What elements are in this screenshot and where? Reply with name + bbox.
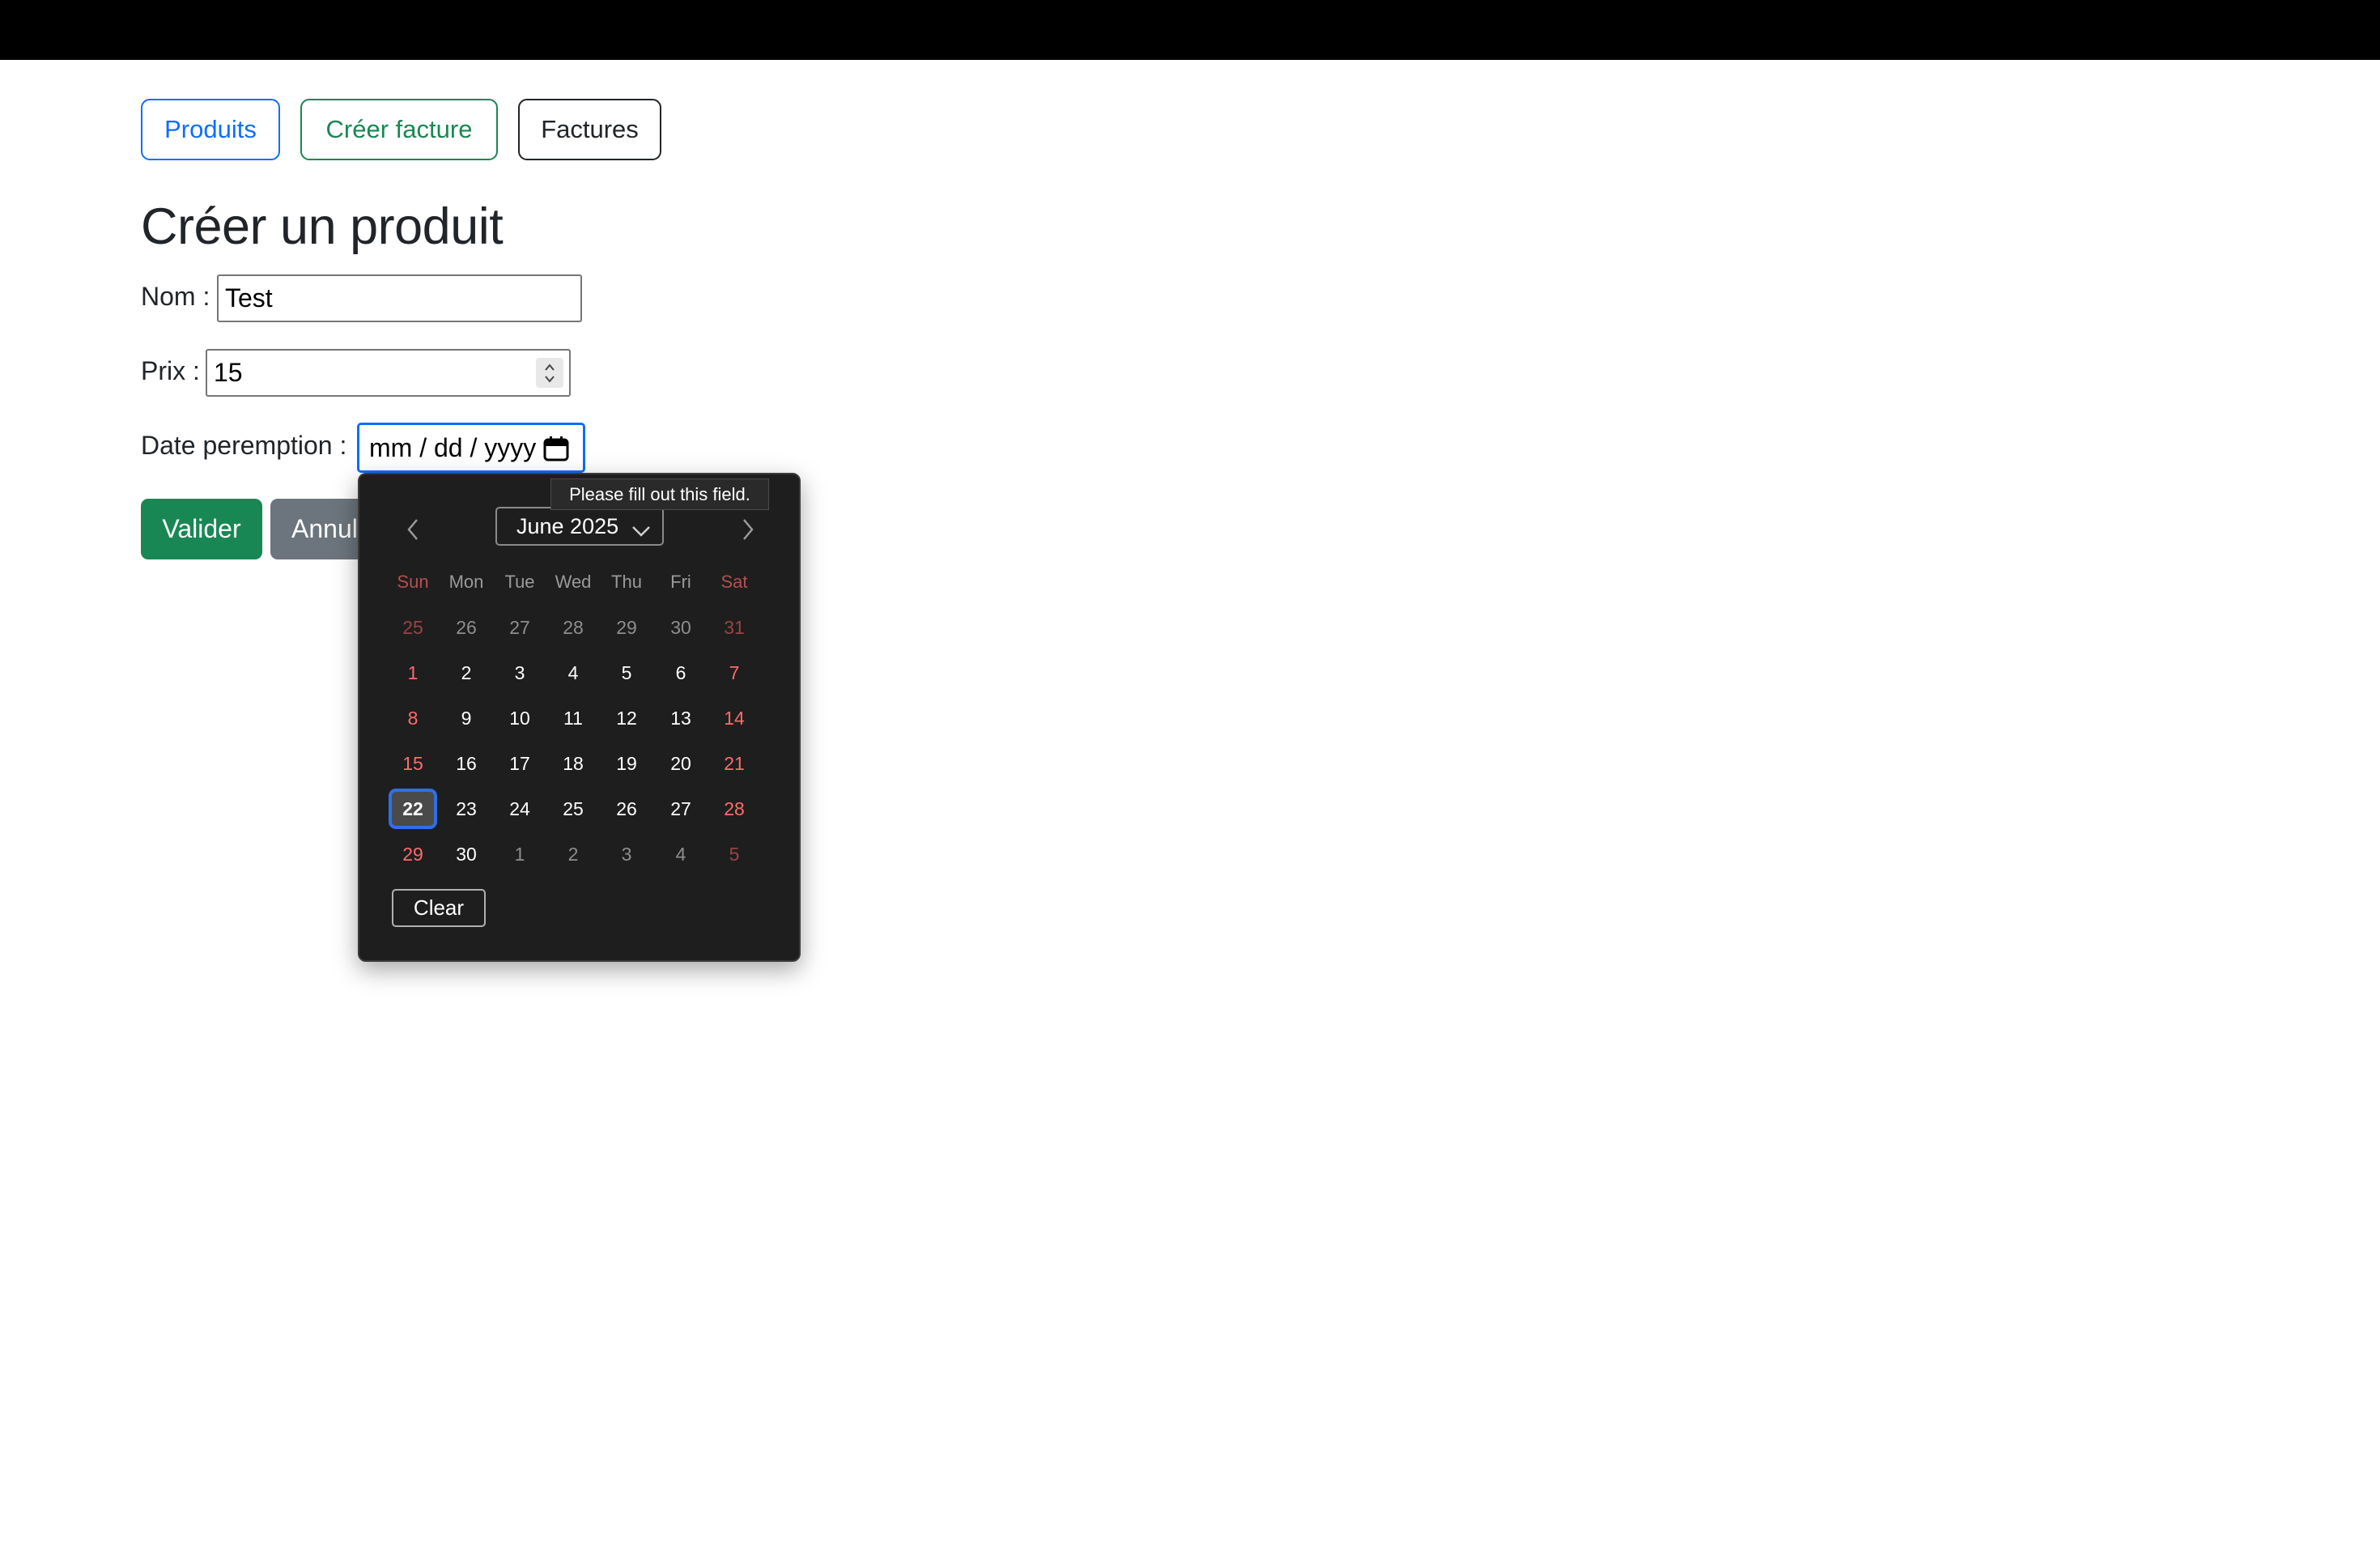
prix-input[interactable] (206, 349, 571, 397)
clear-button[interactable]: Clear (392, 889, 486, 927)
weekday-header: Sun (397, 572, 429, 592)
calendar-day[interactable]: 11 (549, 698, 597, 738)
calendar-day[interactable]: 4 (657, 834, 705, 874)
nom-input[interactable] (217, 274, 582, 322)
chevron-down-icon (631, 519, 651, 544)
calendar-icon[interactable] (542, 435, 570, 469)
date-picker-popup: June 2025 Sun Mon Tue Wed Thu Fri Sat 25 26 27 28… (358, 473, 801, 962)
calendar-day[interactable]: 24 (495, 789, 544, 829)
calendar-day[interactable]: 5 (602, 653, 651, 693)
calendar-day[interactable]: 6 (657, 653, 705, 693)
calendar-day[interactable]: 30 (442, 834, 491, 874)
calendar-day[interactable]: 19 (602, 743, 651, 784)
nav-creer-facture-button[interactable]: Créer facture (300, 99, 498, 160)
calendar-day[interactable]: 7 (710, 653, 759, 693)
calendar-day[interactable]: 26 (442, 607, 491, 648)
calendar-day[interactable]: 21 (710, 743, 759, 784)
calendar-day[interactable]: 2 (442, 653, 491, 693)
month-year-select[interactable]: June 2025 (495, 507, 664, 546)
calendar-day[interactable]: 29 (602, 607, 651, 648)
calendar-day[interactable]: 28 (549, 607, 597, 648)
page-title: Créer un produit (141, 198, 504, 255)
calendar-day[interactable]: 4 (549, 653, 597, 693)
calendar-day[interactable]: 25 (389, 607, 437, 648)
top-black-bar (0, 0, 2380, 60)
calendar-day[interactable]: 9 (442, 698, 491, 738)
weekday-header: Wed (555, 572, 592, 592)
calendar-day[interactable]: 20 (657, 743, 705, 784)
calendar-day[interactable]: 3 (602, 834, 651, 874)
calendar-day[interactable]: 1 (389, 653, 437, 693)
weekday-header: Tue (504, 572, 535, 592)
valider-button[interactable]: Valider (141, 499, 262, 559)
weekday-header: Thu (611, 572, 642, 592)
calendar-day[interactable]: 5 (710, 834, 759, 874)
date-peremption-label: Date peremption : (141, 431, 347, 460)
date-placeholder: mm / dd / yyyy (369, 432, 537, 462)
date-peremption-input[interactable]: mm / dd / yyyy (357, 423, 585, 473)
calendar-day[interactable]: 27 (657, 789, 705, 829)
calendar-day-selected[interactable]: 22 (389, 789, 437, 829)
calendar-day[interactable]: 23 (442, 789, 491, 829)
calendar-day[interactable]: 27 (495, 607, 544, 648)
chevron-right-icon[interactable] (732, 513, 764, 546)
calendar-day[interactable]: 2 (549, 834, 597, 874)
weekday-header: Fri (670, 572, 691, 592)
calendar-day[interactable]: 15 (389, 743, 437, 784)
chevron-left-icon[interactable] (397, 513, 429, 546)
calendar-day[interactable]: 29 (389, 834, 437, 874)
calendar-day[interactable]: 8 (389, 698, 437, 738)
weekday-header: Sat (720, 572, 748, 592)
calendar-day[interactable]: 26 (602, 789, 651, 829)
nav-factures-button[interactable]: Factures (518, 99, 661, 160)
calendar-day[interactable]: 28 (710, 789, 759, 829)
nav-produits-button[interactable]: Produits (141, 99, 280, 160)
prix-label: Prix : (141, 356, 200, 385)
calendar-day[interactable]: 18 (549, 743, 597, 784)
calendar-day[interactable]: 16 (442, 743, 491, 784)
calendar-day[interactable]: 13 (657, 698, 705, 738)
calendar-day[interactable]: 31 (710, 607, 759, 648)
calendar-day[interactable]: 14 (710, 698, 759, 738)
spinner-arrows-icon[interactable] (536, 358, 563, 388)
month-year-label: June 2025 (516, 513, 619, 538)
calendar-day[interactable]: 10 (495, 698, 544, 738)
calendar-day[interactable]: 3 (495, 653, 544, 693)
calendar-day[interactable]: 17 (495, 743, 544, 784)
calendar-day[interactable]: 30 (657, 607, 705, 648)
nom-label: Nom : (141, 282, 210, 311)
calendar-day[interactable]: 12 (602, 698, 651, 738)
validation-tooltip: Please fill out this field. (550, 478, 769, 510)
weekday-header: Mon (448, 572, 484, 592)
calendar-day[interactable]: 25 (549, 789, 597, 829)
calendar-day[interactable]: 1 (495, 834, 544, 874)
